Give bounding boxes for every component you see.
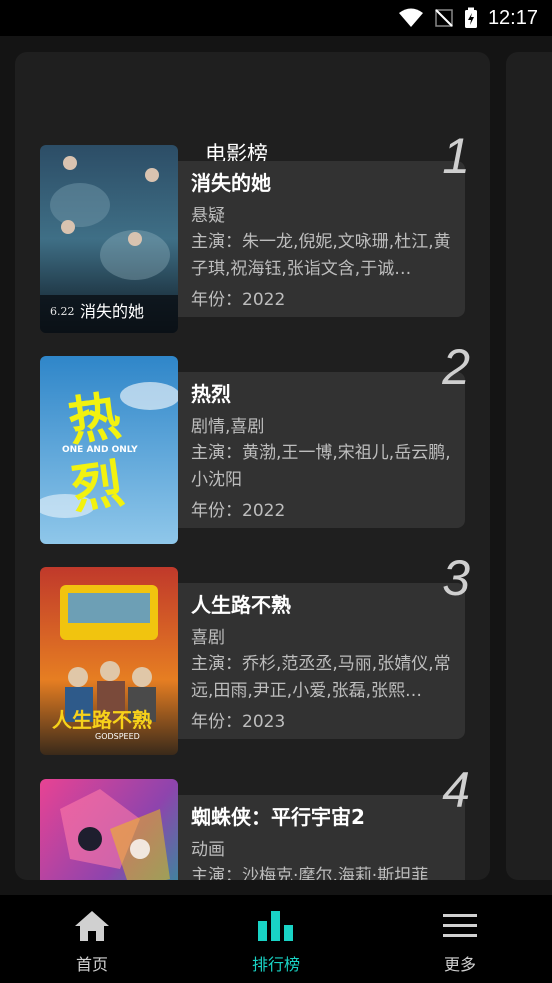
- no-signal-icon: [434, 8, 454, 28]
- svg-text:人生路不熟: 人生路不熟: [52, 708, 152, 732]
- nav-home[interactable]: 首页: [0, 895, 184, 983]
- clock: 12:17: [487, 6, 538, 29]
- rank-number: 1: [442, 128, 470, 184]
- movie-item[interactable]: 热 烈 ONE AND ONLY 2 热烈 剧情,喜剧 主演：黄渤,王一博,宋祖…: [40, 342, 470, 544]
- svg-text:6.22: 6.22: [50, 305, 75, 318]
- movie-genre: 动画: [191, 840, 225, 860]
- movie-year: 年份：2023: [191, 712, 286, 732]
- movie-item[interactable]: 人生路不熟 GODSPEED 3 人生路不熟 喜剧 主演：乔杉,范丞丞,马丽,张…: [40, 553, 470, 755]
- next-panel-peek[interactable]: [506, 52, 552, 880]
- svg-text:热: 热: [65, 386, 125, 453]
- battery-charging-icon: [464, 7, 478, 29]
- svg-text:消失的她: 消失的她: [80, 302, 144, 321]
- nav-home-label: 首页: [75, 955, 108, 974]
- movie-item[interactable]: 4 蜘蛛侠：平行宇宙2 动画 主演：沙梅克·摩尔,海莉·斯坦菲: [40, 765, 470, 880]
- movie-item[interactable]: 6.22 消失的她 1 消失的她 悬疑 主演：朱一龙,倪妮,文咏珊,杜江,黄子琪…: [40, 131, 470, 333]
- svg-text:GODSPEED: GODSPEED: [95, 732, 140, 741]
- movie-title: 人生路不熟: [191, 593, 291, 617]
- movie-poster: 6.22 消失的她: [40, 145, 178, 333]
- movie-cast: 主演：黄渤,王一博,宋祖儿,岳云鹏,小沈阳: [191, 443, 451, 490]
- movie-genre: 剧情,喜剧: [191, 417, 265, 437]
- rank-number: 3: [442, 550, 470, 606]
- movie-title: 蜘蛛侠：平行宇宙2: [191, 805, 365, 829]
- bar-chart-icon: [256, 909, 296, 947]
- movie-year: 年份：2022: [191, 501, 286, 521]
- nav-more[interactable]: 更多: [368, 895, 552, 983]
- nav-ranking-label: 排行榜: [251, 955, 300, 974]
- status-bar: 12:17: [0, 0, 552, 36]
- nav-more-label: 更多: [443, 955, 476, 974]
- movie-title: 消失的她: [191, 171, 271, 195]
- rank-number: 4: [442, 762, 470, 818]
- movie-ranking-panel: 电影榜 6.22 消失的她 1 消失的她 悬疑 主演：朱一龙,倪妮,文咏珊,杜江…: [15, 52, 490, 880]
- movie-cast: 主演：乔杉,范丞丞,马丽,张婧仪,常远,田雨,尹正,小爱,张磊,张熙…: [191, 654, 451, 701]
- movie-genre: 悬疑: [191, 206, 225, 226]
- movie-year: 年份：2022: [191, 290, 286, 310]
- movie-title: 热烈: [191, 382, 231, 406]
- home-icon: [73, 909, 111, 947]
- svg-text:ONE AND ONLY: ONE AND ONLY: [62, 445, 138, 455]
- movie-cast: 主演：沙梅克·摩尔,海莉·斯坦菲: [191, 866, 429, 880]
- movie-cast: 主演：朱一龙,倪妮,文咏珊,杜江,黄子琪,祝海钰,张诣文含,于诚…: [191, 232, 451, 279]
- movie-poster: 热 烈 ONE AND ONLY: [40, 356, 178, 544]
- wifi-icon: [398, 8, 424, 28]
- movie-poster: [40, 779, 178, 880]
- movie-genre: 喜剧: [191, 628, 225, 648]
- menu-icon: [441, 909, 479, 947]
- bottom-navigation: 首页 排行榜 更多: [0, 895, 552, 983]
- nav-ranking[interactable]: 排行榜: [184, 895, 368, 983]
- rank-number: 2: [442, 339, 470, 395]
- svg-text:烈: 烈: [68, 454, 128, 521]
- movie-poster: 人生路不熟 GODSPEED: [40, 567, 178, 755]
